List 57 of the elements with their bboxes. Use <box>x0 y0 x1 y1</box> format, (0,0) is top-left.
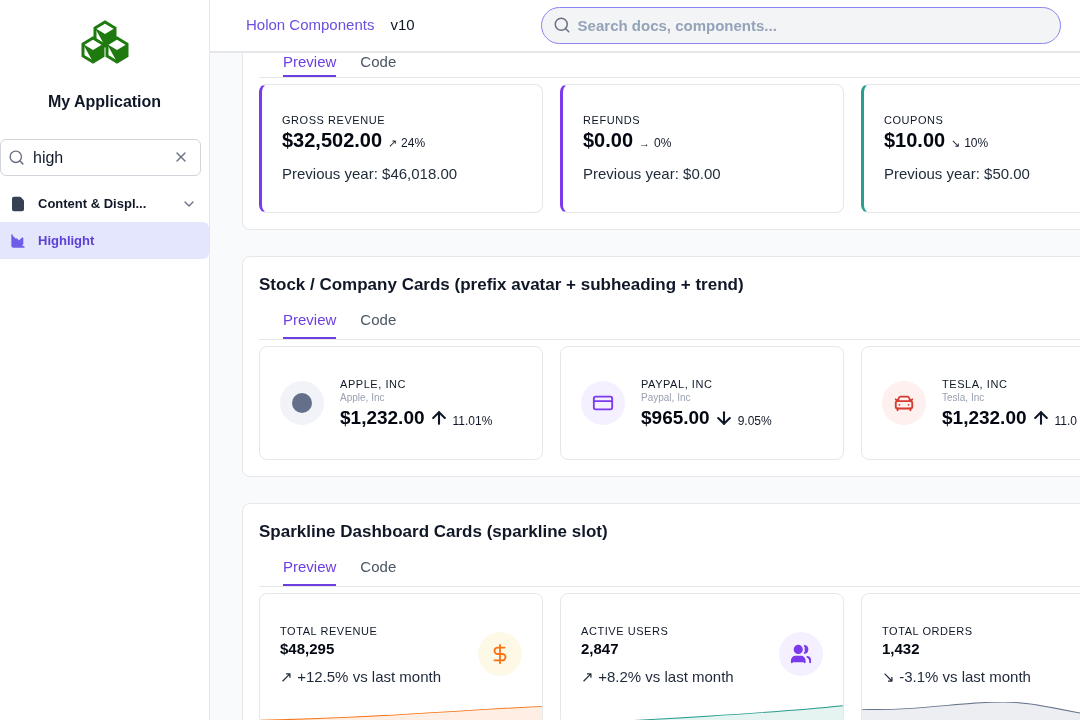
metric-label: COUPONS <box>884 113 945 128</box>
tab[interactable]: Code <box>360 308 397 339</box>
people-icon <box>790 643 812 665</box>
change-text: ↗ +8.2% vs last month <box>581 667 734 687</box>
search-icon <box>8 149 25 166</box>
version-label: v10 <box>390 15 415 36</box>
tab[interactable]: Preview <box>283 308 337 339</box>
section-title: Stock / Company Cards (prefix avatar + subheading + trend) <box>259 274 745 296</box>
metric-value: $0.00 <box>583 128 634 152</box>
metric-label: TOTAL ORDERS <box>882 624 974 639</box>
stock-price: $965.00 <box>641 406 710 430</box>
change-text: ↘ -3.1% vs last month <box>882 667 1031 687</box>
sidebar-item[interactable]: Content & Displ... <box>0 185 209 222</box>
docs-search-field[interactable]: Search docs, components... <box>540 7 1061 44</box>
trend-percent: 11.0 <box>1054 413 1077 430</box>
metric-value: $48,295 <box>280 639 336 659</box>
metric-label: REFUNDS <box>583 113 642 128</box>
tab[interactable]: Code <box>360 555 397 586</box>
company-name: TESLA, INC <box>942 377 1009 392</box>
previous-year-text: Previous year: $46,018.00 <box>282 164 459 184</box>
tab[interactable]: Preview <box>283 555 337 586</box>
company-name: PAYPAL, INC <box>641 377 714 392</box>
trend-percent: 24% <box>401 135 426 152</box>
trend-percent: 10% <box>964 135 989 152</box>
trend-percent: 9.05% <box>737 413 772 430</box>
company-subheading: Paypal, Inc <box>641 392 692 404</box>
metric-value: 1,432 <box>882 639 921 659</box>
circle-icon <box>292 393 312 413</box>
document-icon <box>10 195 26 212</box>
stock-price: $1,232.00 <box>942 406 1027 430</box>
company-subheading: Apple, Inc <box>340 392 386 404</box>
site-title[interactable]: Holon Components <box>246 14 375 37</box>
stock-price: $1,232.00 <box>340 406 425 430</box>
metric-value: $32,502.00 <box>282 128 383 152</box>
metric-value: 2,847 <box>581 639 620 659</box>
metric-label: GROSS REVENUE <box>282 113 387 128</box>
trend-arrow: ↘ <box>951 136 961 151</box>
tab[interactable]: Preview <box>283 53 337 77</box>
trend-arrow: → <box>639 136 651 151</box>
metric-value: $10.00 <box>884 128 946 152</box>
trend-percent: 11.01% <box>452 413 493 430</box>
change-text: ↗ +12.5% vs last month <box>280 667 441 687</box>
tab[interactable]: Code <box>360 53 397 77</box>
metric-label: ACTIVE USERS <box>581 624 670 639</box>
area-chart-icon <box>10 232 26 249</box>
previous-year-text: Previous year: $50.00 <box>884 164 1031 184</box>
trend-arrow: ↗ <box>388 136 398 151</box>
company-name: APPLE, INC <box>340 377 408 392</box>
search-icon <box>552 16 571 34</box>
sidebar-item[interactable]: Highlight <box>0 222 209 259</box>
metric-label: TOTAL REVENUE <box>280 624 379 639</box>
section-title: Sparkline Dashboard Cards (sparkline slot) <box>259 521 609 543</box>
previous-year-text: Previous year: $0.00 <box>583 164 722 184</box>
app-name: My Application <box>46 92 163 112</box>
trend-percent: 0% <box>654 135 672 152</box>
sidebar-search-field[interactable]: high <box>0 139 201 176</box>
company-subheading: Tesla, Inc <box>942 392 986 404</box>
